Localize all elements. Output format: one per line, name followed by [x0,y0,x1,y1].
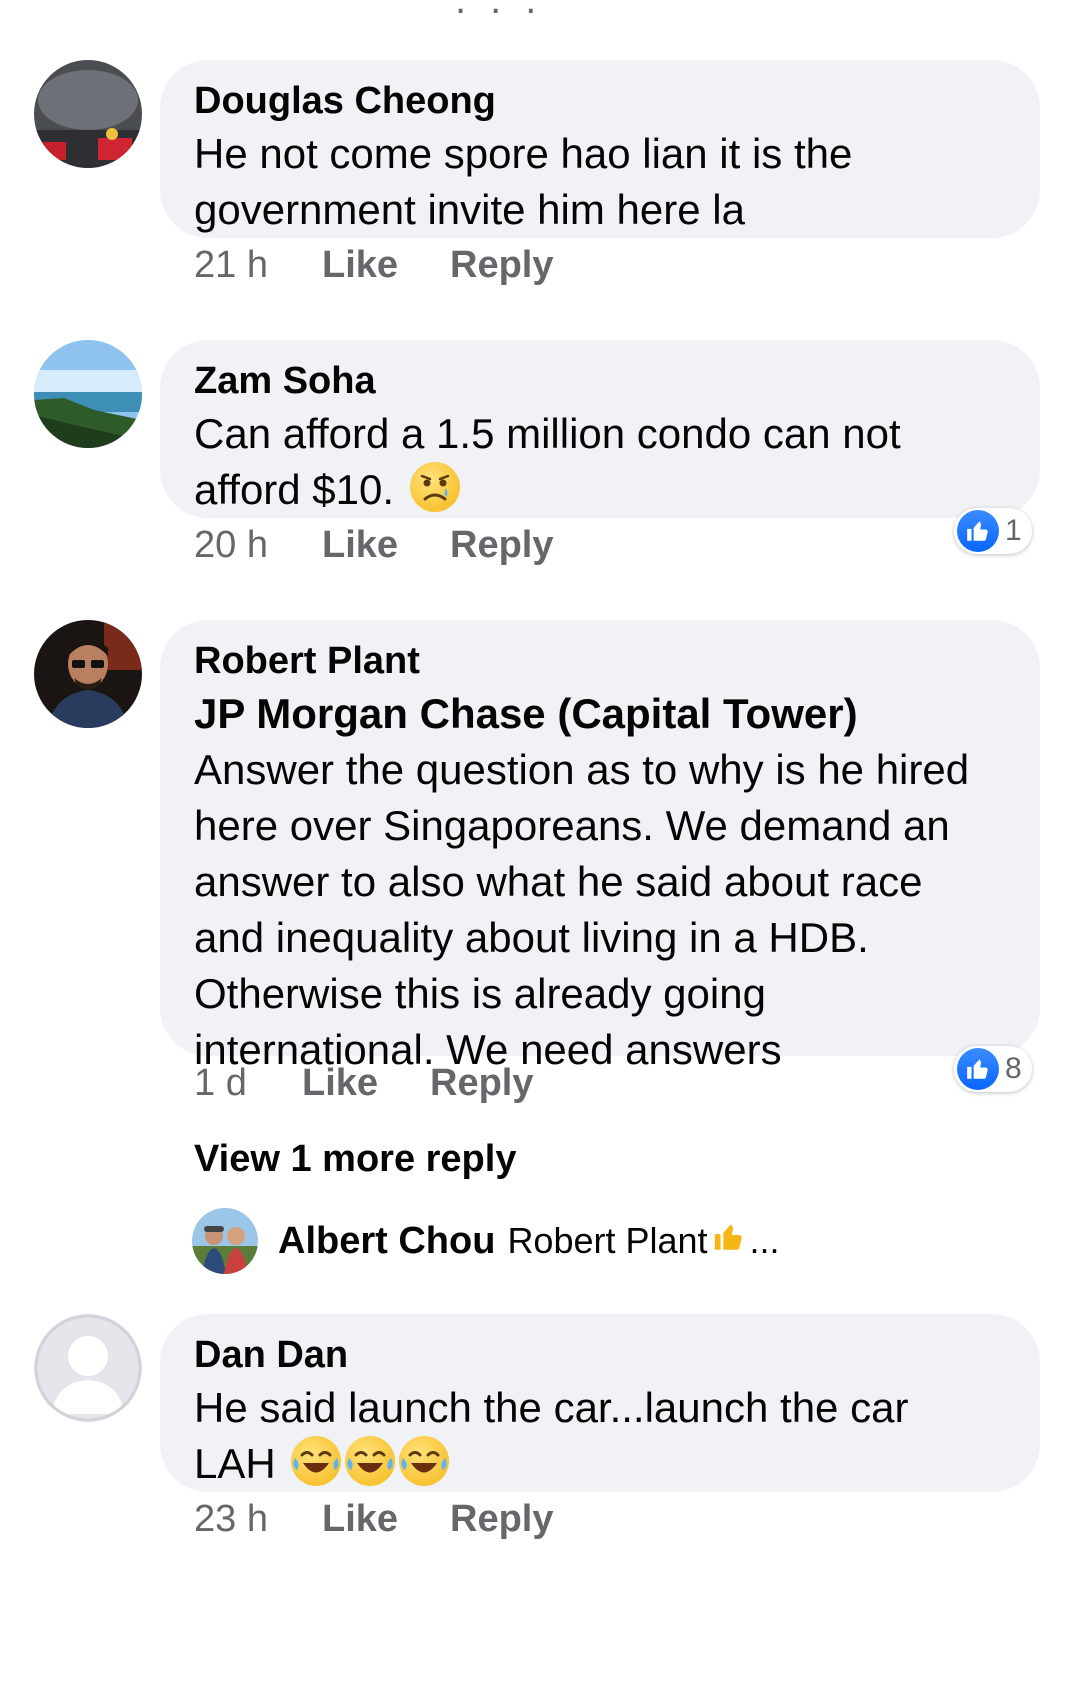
comment-text-line: answer to also what he said about race [194,858,923,905]
laughing-tears-emoji-icon [399,1436,450,1486]
comment-actions: 20 h Like Reply [194,524,553,567]
comment-text-line: Can afford a 1.5 million condo can not [194,410,901,457]
reply-preview[interactable]: Albert Chou Robert Plant ... [192,1208,780,1274]
comment-author[interactable]: Douglas Cheong [194,76,1006,126]
comment-bubble: Douglas Cheong He not come spore hao lia… [160,60,1040,238]
comment-timestamp[interactable]: 20 h [194,524,322,567]
comment-author[interactable]: Robert Plant [194,636,1006,686]
comment-text-line: He said launch the car...launch the car [194,1384,909,1431]
comment-actions: 23 h Like Reply [194,1498,553,1541]
comment-author[interactable]: Dan Dan [194,1330,1006,1380]
avatar[interactable] [192,1208,258,1274]
like-button[interactable]: Like [322,244,450,287]
avatar[interactable] [34,60,142,168]
comment-text-line: government invite him here la [194,186,745,233]
reply-ellipsis: ... [749,1220,780,1261]
previous-comment-cutoff: ... [455,0,561,22]
mentioned-page-tag[interactable]: JP Morgan Chase (Capital Tower) [194,686,1006,742]
comment-timestamp[interactable]: 21 h [194,244,322,287]
comment-timestamp[interactable]: 23 h [194,1498,322,1541]
reaction-count-badge[interactable]: 1 [954,508,1032,554]
like-button[interactable]: Like [302,1062,430,1105]
reply-button[interactable]: Reply [450,244,553,287]
avatar[interactable] [34,620,142,728]
like-button[interactable]: Like [322,524,450,567]
reply-button[interactable]: Reply [450,524,553,567]
comment-text-line: Answer the question as to why is he hire… [194,746,970,793]
comment-bubble: Robert Plant JP Morgan Chase (Capital To… [160,620,1040,1073]
like-reaction-icon [957,1048,999,1090]
comment-text-line: afford $10. [194,466,395,513]
comment-actions: 21 h Like Reply [194,244,553,287]
avatar[interactable] [34,1314,142,1422]
reaction-count: 1 [1005,514,1022,547]
like-reaction-icon [957,510,999,552]
comment-text-line: LAH [194,1440,276,1487]
comment-text-line: here over Singaporeans. We demand an [194,802,950,849]
laughing-tears-emoji-icon [291,1436,342,1486]
view-more-replies-link[interactable]: View 1 more reply [194,1138,516,1181]
sad-tear-emoji-icon [409,462,460,512]
comment-bubble: Dan Dan He said launch the car...launch … [160,1314,1040,1492]
laughing-tears-emoji-icon [345,1436,396,1486]
avatar[interactable] [34,340,142,448]
comment-actions: 1 d Like Reply [194,1062,533,1105]
like-button[interactable]: Like [322,1498,450,1541]
reply-button[interactable]: Reply [450,1498,553,1541]
reply-button[interactable]: Reply [430,1062,533,1105]
comment-text-line: He not come spore hao lian it is the [194,130,853,177]
reply-text: Robert Plant [507,1220,708,1261]
comment-author[interactable]: Zam Soha [194,356,1006,406]
comment-timestamp[interactable]: 1 d [194,1062,302,1105]
comment-text-line: and inequality about living in a HDB. [194,914,869,961]
reply-author[interactable]: Albert Chou [278,1220,495,1263]
reaction-count: 8 [1005,1052,1022,1085]
comment-text-line-with-emoji: LAH [194,1436,1006,1492]
comment-bubble: Zam Soha Can afford a 1.5 million condo … [160,340,1040,518]
comment-text-line: Otherwise this is already going [194,970,766,1017]
reaction-count-badge[interactable]: 8 [954,1046,1032,1092]
thumbs-up-emoji-icon [712,1220,746,1263]
comment-text-line-with-emoji: afford $10. [194,462,1006,518]
